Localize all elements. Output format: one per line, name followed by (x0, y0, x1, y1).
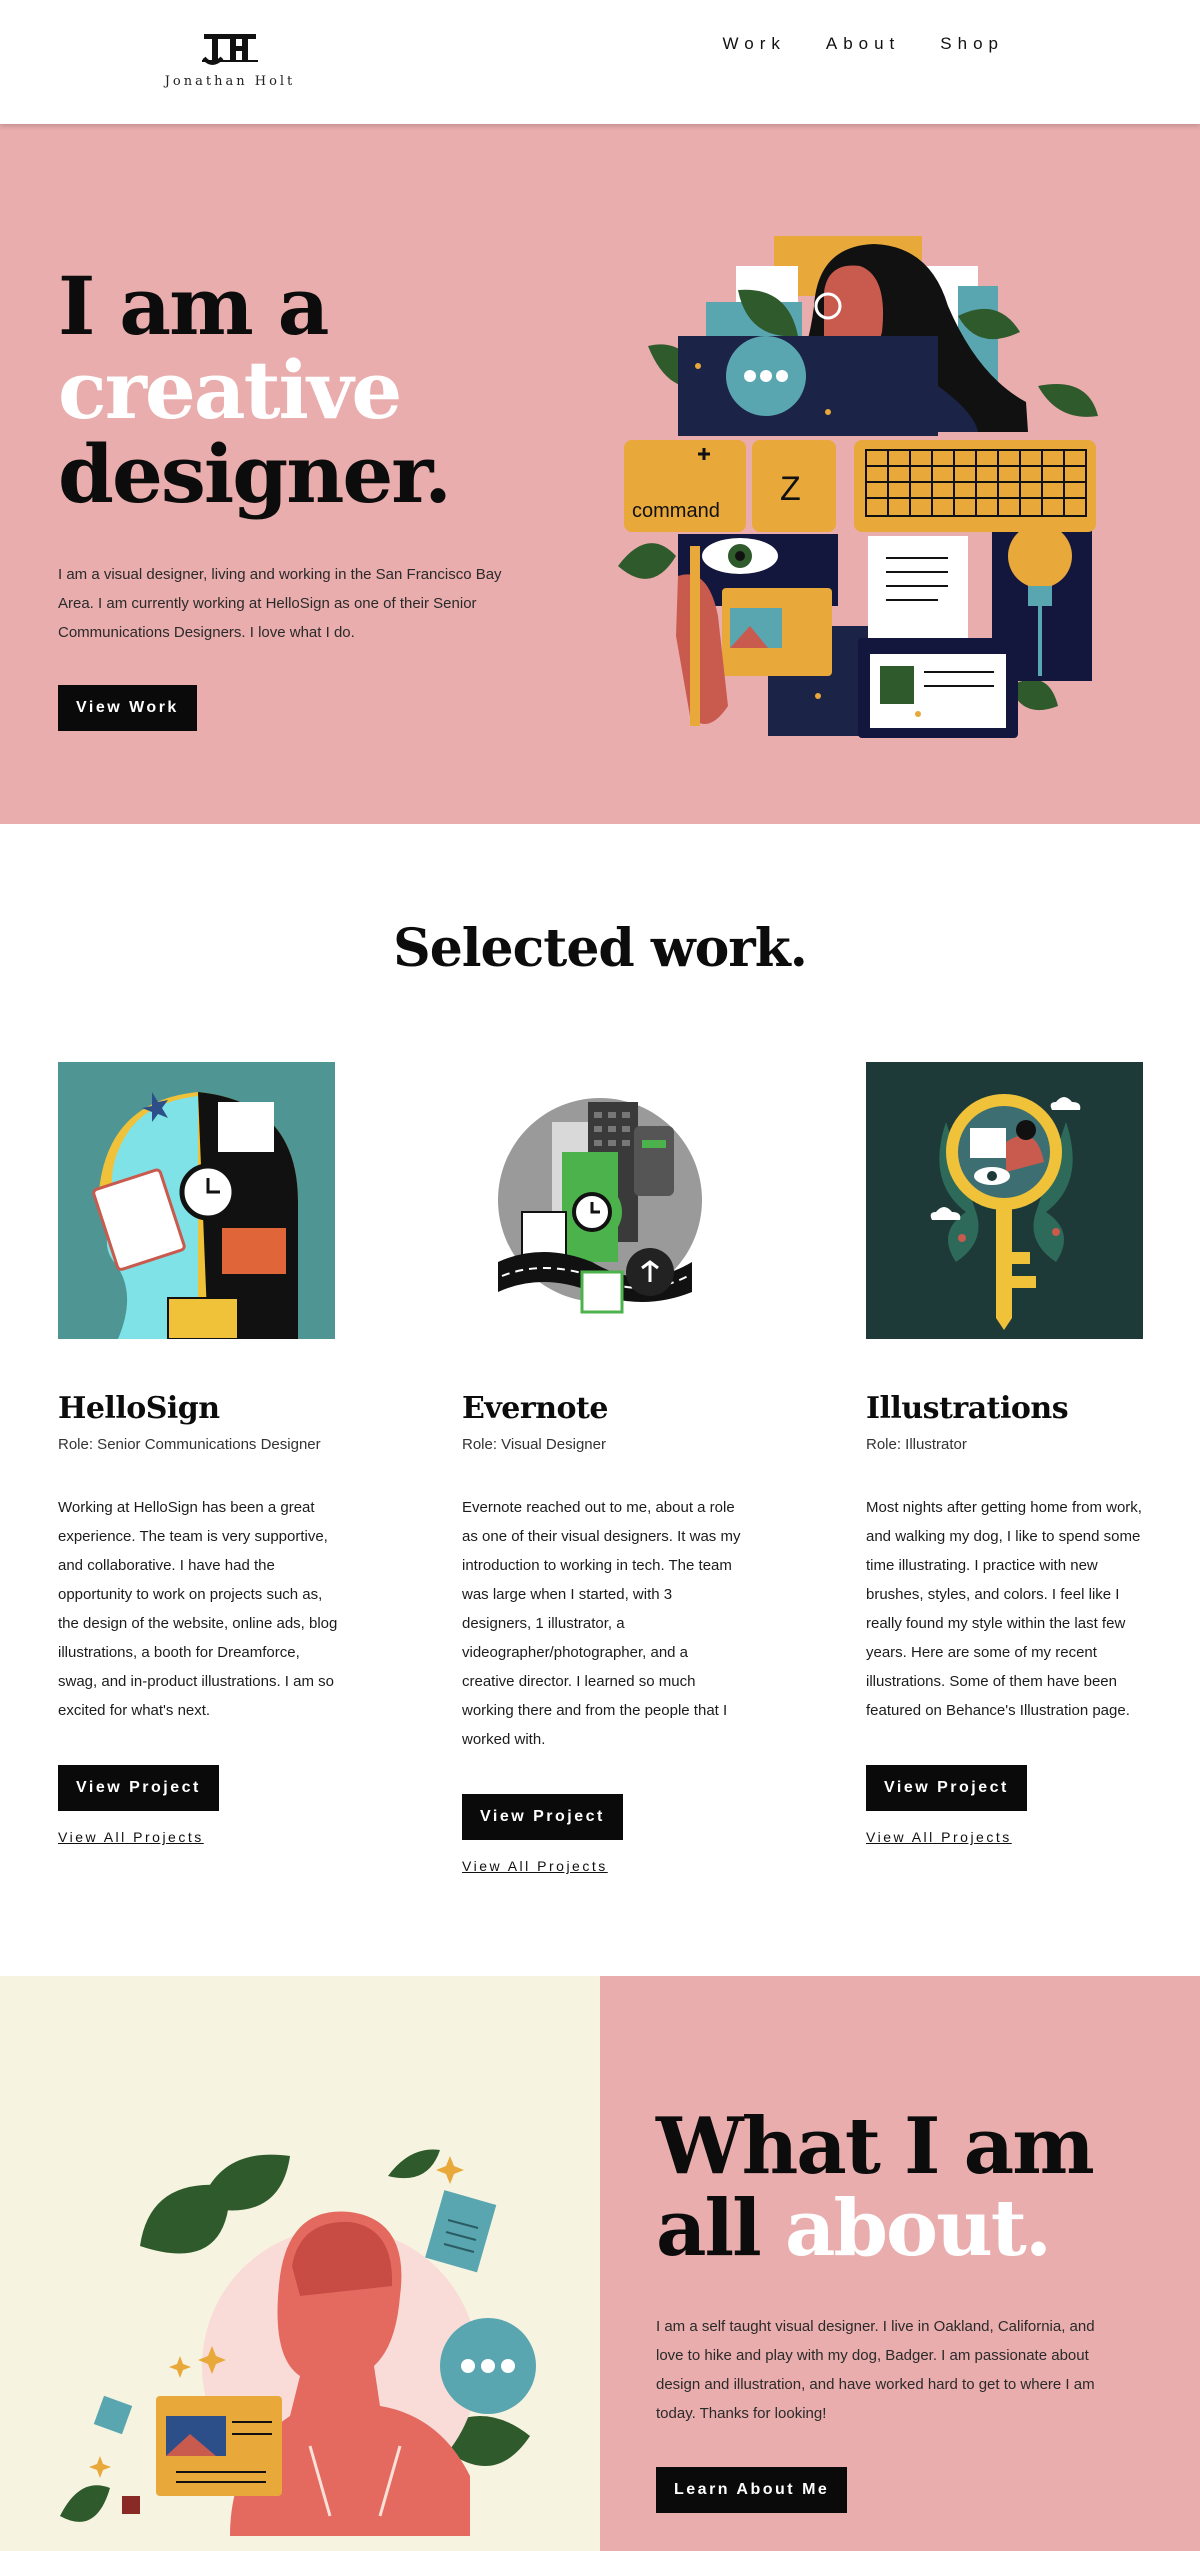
view-all-projects-link[interactable]: View All Projects (866, 1829, 1156, 1845)
about-title-line2-a: all (656, 2183, 762, 2274)
about-title-line1: What I am (656, 2101, 1095, 2192)
evernote-image[interactable] (462, 1062, 739, 1339)
card-role: Role: Senior Communications Designer (58, 1436, 321, 1453)
view-all-projects-link[interactable]: View All Projects (58, 1829, 348, 1845)
site-header: Jonathan Holt Work About Shop (0, 0, 1200, 124)
main-nav: Work About Shop (723, 34, 1005, 54)
about-illustration-panel (0, 1976, 600, 2551)
card-role: Role: Illustrator (866, 1436, 967, 1453)
nav-item-shop[interactable]: Shop (940, 34, 1004, 54)
card-description: Working at HelloSign has been a great ex… (58, 1499, 338, 1719)
about-description: I am a self taught visual designer. I li… (656, 2318, 1095, 2422)
designer-illustration: command Z (618, 236, 1098, 738)
hero-title-line3: designer. (58, 427, 452, 521)
view-work-button[interactable]: View Work (58, 685, 197, 731)
card-description: Evernote reached out to me, about a role… (462, 1499, 741, 1748)
hero-section: I am a creative designer. I am a visual … (0, 124, 1200, 824)
view-project-button[interactable]: View Project (462, 1794, 623, 1840)
hero-title: I am a creative designer. (58, 259, 452, 521)
hero-description: I am a visual designer, living and worki… (58, 566, 502, 641)
about-title-line2: all about. (656, 2188, 1093, 2270)
about-title-line2-b: about. (784, 2183, 1052, 2274)
command-key-label: command (632, 500, 720, 522)
hellosign-illustration (58, 1062, 335, 1339)
hero-title-line2: creative (58, 343, 402, 437)
project-card-illustrations: Illustrations Role: Illustrator Most nig… (866, 1062, 1156, 1845)
learn-about-me-button[interactable]: Learn About Me (656, 2467, 848, 2513)
view-project-button[interactable]: View Project (866, 1765, 1027, 1811)
project-card-hellosign: HelloSign Role: Senior Communications De… (58, 1062, 348, 1845)
site-logo[interactable]: Jonathan Holt (160, 30, 300, 89)
card-title: HelloSign (58, 1391, 220, 1426)
card-role: Role: Visual Designer (462, 1436, 606, 1453)
portrait-illustration (60, 2149, 536, 2536)
card-title: Evernote (462, 1391, 608, 1426)
monogram-logo-icon (202, 34, 258, 65)
hero-title-line1: I am a (58, 259, 329, 353)
nav-item-about[interactable]: About (826, 34, 900, 54)
nav-item-work[interactable]: Work (723, 34, 786, 54)
logo-name: Jonathan Holt (164, 74, 296, 89)
view-project-button[interactable]: View Project (58, 1765, 219, 1811)
evernote-illustration (462, 1062, 739, 1339)
card-title: Illustrations (866, 1391, 1069, 1426)
about-title: What I am all about. (656, 2101, 1095, 2270)
card-description: Most nights after getting home from work… (866, 1499, 1142, 1719)
key-illustration (866, 1062, 1143, 1339)
selected-work-title: Selected work. (393, 918, 808, 979)
project-card-evernote: Evernote Role: Visual Designer Evernote … (462, 1062, 752, 1874)
about-text-panel: What I am all about. I am a self taught … (600, 1976, 1200, 2551)
hellosign-image[interactable] (58, 1062, 335, 1339)
illustrations-image[interactable] (866, 1062, 1143, 1339)
page: Jonathan Holt Work About Shop I am a cre… (0, 0, 1200, 2551)
view-all-projects-link[interactable]: View All Projects (462, 1858, 752, 1874)
z-key-label: Z (780, 470, 801, 508)
